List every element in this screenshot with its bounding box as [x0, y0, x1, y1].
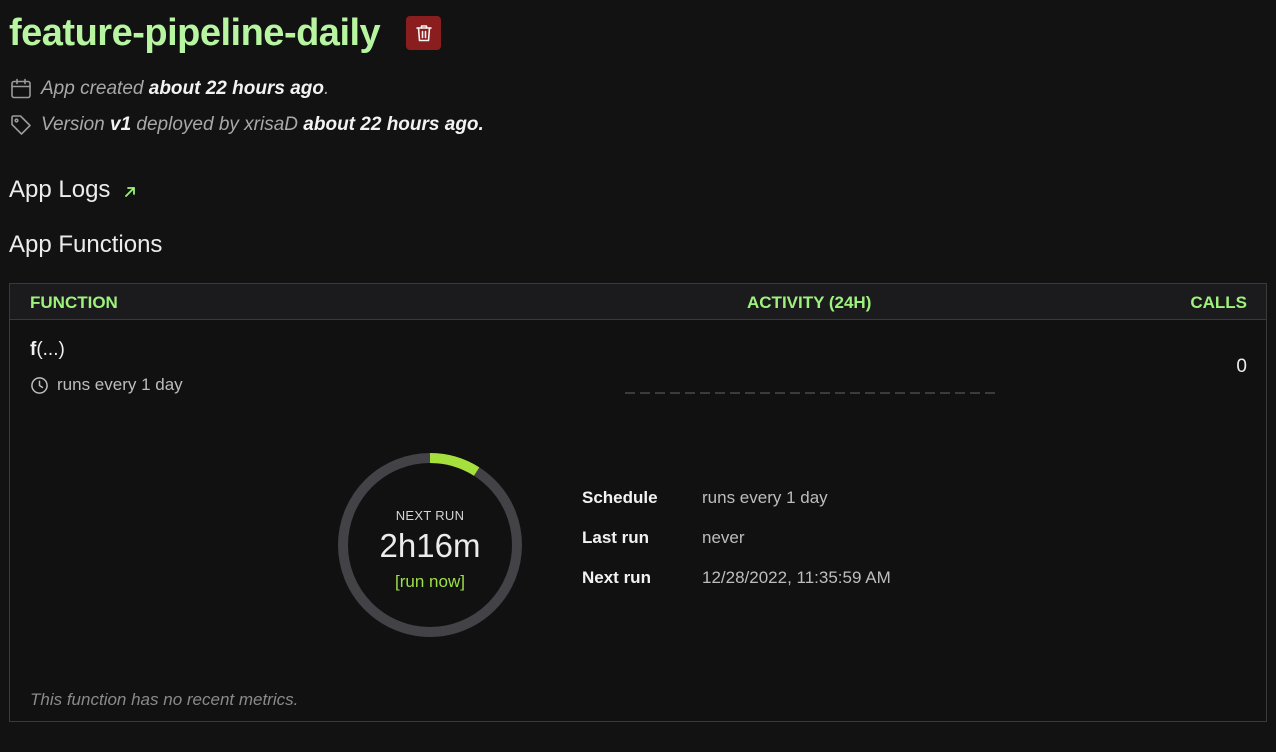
title-row: feature-pipeline-daily: [9, 10, 442, 56]
created-suffix: .: [324, 78, 330, 99]
detail-schedule-value: runs every 1 day: [702, 488, 828, 507]
app-version-info: Version v1 deployed by xrisaD about 22 h…: [9, 113, 484, 137]
tag-icon: [9, 113, 33, 137]
version-prefix: Version: [41, 114, 105, 135]
detail-next-run-label: Next run: [582, 568, 651, 587]
functions-table: FUNCTION ACTIVITY (24H) CALLS f(...) run…: [9, 283, 1267, 722]
delete-app-button[interactable]: [406, 16, 442, 50]
version-number: v1: [110, 114, 132, 135]
next-run-label: NEXT RUN: [395, 508, 465, 523]
detail-last-run-label: Last run: [582, 528, 650, 547]
app-logs-link[interactable]: App Logs: [9, 176, 138, 204]
header-calls: CALLS: [1190, 293, 1247, 312]
run-now-link[interactable]: [run now]: [336, 572, 524, 592]
function-name[interactable]: f(...): [30, 339, 65, 361]
app-logs-label: App Logs: [9, 176, 111, 203]
activity-sparkline-empty: [625, 392, 997, 394]
deployed-time: about 22 hours ago.: [303, 114, 484, 135]
table-header: FUNCTION ACTIVITY (24H) CALLS: [10, 284, 1266, 320]
created-time: about 22 hours ago: [148, 78, 324, 99]
detail-schedule-label: Schedule: [582, 488, 658, 507]
trash-icon: [415, 23, 433, 43]
created-prefix: App created: [41, 78, 144, 99]
function-args: (...): [36, 339, 65, 360]
deployed-by: deployed by xrisaD: [136, 114, 299, 135]
external-link-icon: [122, 184, 138, 200]
detail-last-run-value: never: [702, 528, 745, 547]
next-run-gauge: NEXT RUN 2h16m [run now]: [336, 451, 524, 639]
app-title: feature-pipeline-daily: [9, 12, 381, 54]
header-activity: ACTIVITY (24H): [747, 293, 872, 312]
app-functions-heading: App Functions: [9, 231, 163, 258]
function-schedule: runs every 1 day: [30, 375, 183, 395]
app-created-info: App created about 22 hours ago.: [9, 77, 329, 101]
function-schedule-text: runs every 1 day: [57, 375, 183, 394]
clock-icon: [30, 376, 49, 395]
calls-count: 0: [1236, 356, 1247, 377]
detail-next-run-value: 12/28/2022, 11:35:59 AM: [702, 568, 891, 587]
next-run-countdown: 2h16m: [379, 527, 481, 564]
app-page: feature-pipeline-daily App created about…: [0, 0, 1276, 752]
calendar-icon: [9, 77, 33, 101]
header-function: FUNCTION: [30, 293, 118, 312]
no-metrics-message: This function has no recent metrics.: [30, 690, 299, 709]
